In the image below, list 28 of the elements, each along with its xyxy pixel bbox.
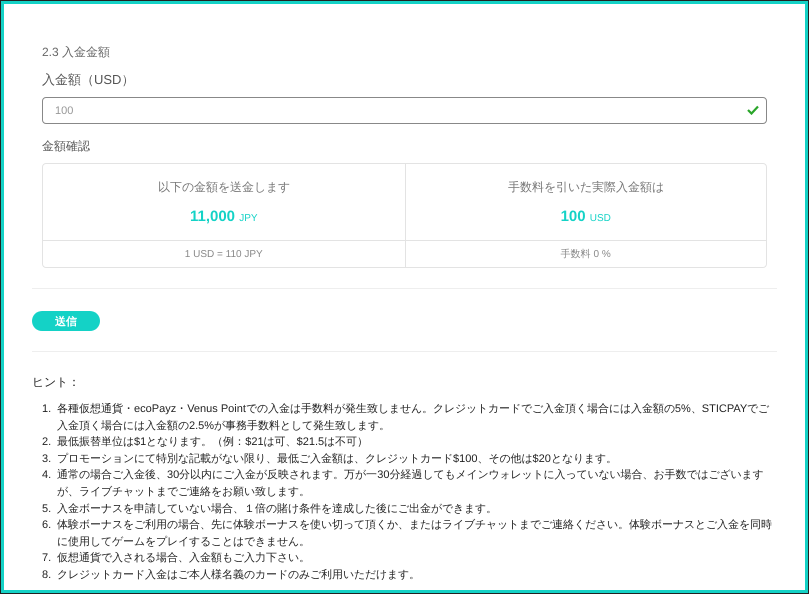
item-number: 6. (42, 518, 52, 534)
hint-text: 体験ボーナスをご利用の場合、先に体験ボーナスを使い切って頂くか、またはライブチャットまでご連絡ください。体験ボーナスとご入金を同時に使用してゲームをプレイすることはできません。 (57, 518, 773, 550)
submit-button[interactable]: 送信 (32, 311, 100, 331)
hint-text: 最低振替単位は$1となります。（例：$21は可、$21.5は不可） (57, 435, 370, 450)
column-note: 1 USD = 110 JPY (184, 248, 264, 262)
amount-field[interactable]: 100 (42, 97, 767, 124)
amount-value: 11,000 JPY (190, 208, 258, 225)
hints-title: ヒント： (32, 374, 81, 391)
item-number: 1. (42, 402, 52, 417)
item-number: 5. (42, 502, 52, 517)
column-caption: 手数料を引いた実際入金額は (508, 179, 664, 196)
item-number: 2. (42, 435, 52, 450)
hint-text: 各種仮想通貨・ecoPayz・Venus Pointでの入金は手数料が発生致しません。クレジットカードでご入金頂く場合には入金額の5%、STICPAYでご入金頂く場合には入金額の2.5%が事務手数料として発生致します。 (57, 402, 770, 434)
confirm-title: 金額確認 (42, 138, 91, 155)
item-number: 3. (42, 452, 52, 467)
item-number: 8. (42, 568, 52, 583)
hint-text: プロモーションにて特別な記載がない限り、最低ご入金額は、クレジットカード$100、その他は$20となります。 (57, 452, 618, 467)
hint-text: 仮想通貨で入される場合、入金額もご入力下さい。 (57, 550, 311, 566)
column-caption: 以下の金額を送金します (158, 179, 290, 196)
hint-text: 入金ボーナスを申請していない場合、１倍の賭け条件を達成した後にご出金ができます。 (57, 502, 498, 517)
hint-text: クレジットカード入金はご本人様名義のカードのみご利用いただけます。 (57, 568, 421, 583)
amount-value: 100 USD (560, 208, 611, 225)
field-label: 入金額（USD） (42, 71, 136, 89)
section-title: 2.3 入金金額 (42, 44, 112, 61)
item-number: 4. (42, 468, 52, 484)
column-note: 手数料 0 % (560, 248, 612, 262)
item-number: 7. (42, 551, 52, 566)
hint-text: 通常の場合ご入金後、30分以内にご入金が反映されます。万が一30分経過してもメインウォレットに入っていない場合、お手数ではございますが、ライブチャットまでご連絡をお願い致します。 (57, 468, 764, 500)
